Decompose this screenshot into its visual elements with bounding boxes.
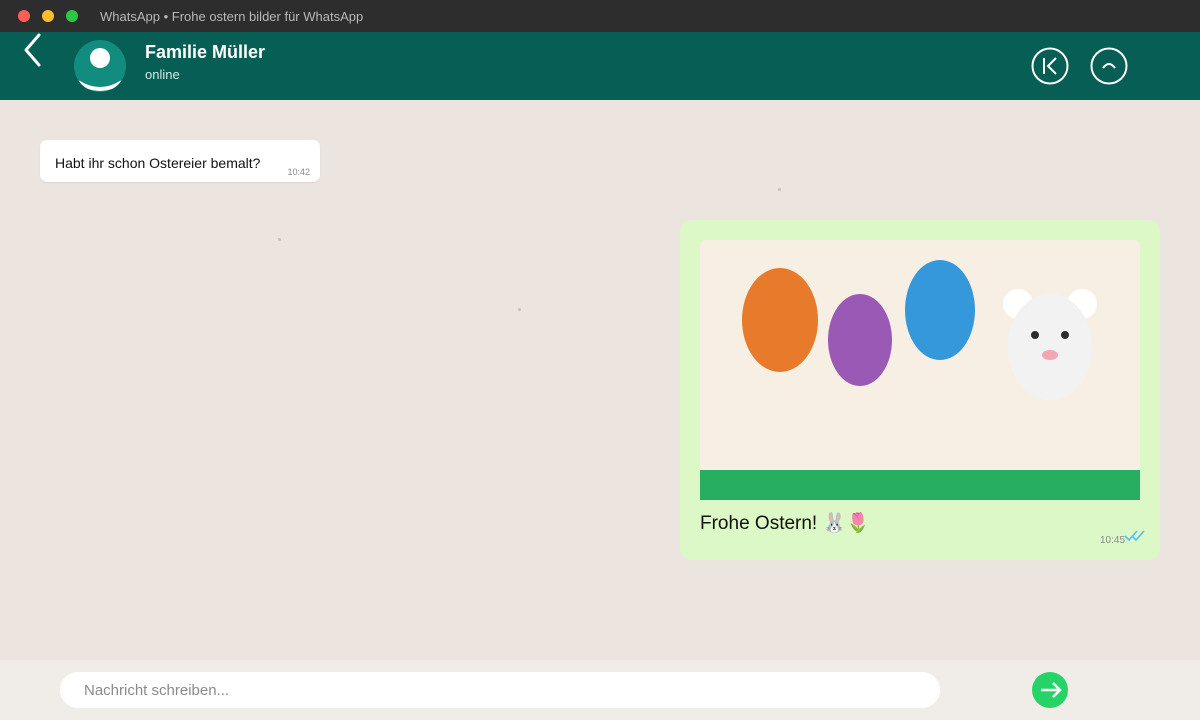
contact-status: online (145, 67, 180, 82)
message-text: Habt ihr schon Ostereier bemalt? (55, 155, 261, 171)
collapse-button[interactable] (1090, 47, 1128, 85)
collapse-icon (1090, 47, 1128, 85)
close-window-button[interactable] (18, 10, 30, 22)
wallpaper-dot (518, 308, 521, 311)
bunny-illustration (1003, 289, 1097, 400)
outgoing-message[interactable]: Frohe Ostern! 🐰🌷 10:45 (680, 220, 1160, 560)
incoming-message[interactable]: Habt ihr schon Ostereier bemalt? 10:42 (40, 140, 320, 182)
chat-header: Familie Müller online (0, 32, 1200, 100)
back-button[interactable] (20, 32, 46, 68)
skip-back-button[interactable] (1031, 47, 1069, 85)
orange-egg (742, 268, 818, 372)
purple-egg (828, 294, 892, 386)
easter-image[interactable] (700, 240, 1140, 500)
blue-egg (905, 260, 975, 360)
send-icon (1032, 672, 1068, 708)
double-check-icon (1124, 530, 1145, 542)
grass-strip (700, 470, 1140, 500)
minimize-window-button[interactable] (42, 10, 54, 22)
message-time: 10:42 (287, 167, 310, 177)
message-caption: Frohe Ostern! 🐰🌷 (700, 513, 870, 534)
message-time: 10:45 (1100, 535, 1126, 546)
chevron-left-icon (24, 33, 41, 67)
composer-bar (0, 660, 1200, 720)
window-title: WhatsApp • Frohe ostern bilder für Whats… (100, 9, 364, 24)
user-icon (76, 48, 124, 91)
message-input[interactable] (60, 672, 940, 708)
wallpaper-dot (278, 238, 281, 241)
avatar[interactable] (74, 40, 126, 92)
window-titlebar: WhatsApp • Frohe ostern bilder für Whats… (0, 0, 1200, 32)
skip-back-icon (1031, 47, 1069, 85)
chat-area[interactable]: Habt ihr schon Ostereier bemalt? 10:42 F… (0, 100, 1200, 660)
send-button[interactable] (1032, 672, 1068, 708)
wallpaper-dot (778, 188, 781, 191)
maximize-window-button[interactable] (66, 10, 78, 22)
contact-name: Familie Müller (145, 42, 266, 62)
